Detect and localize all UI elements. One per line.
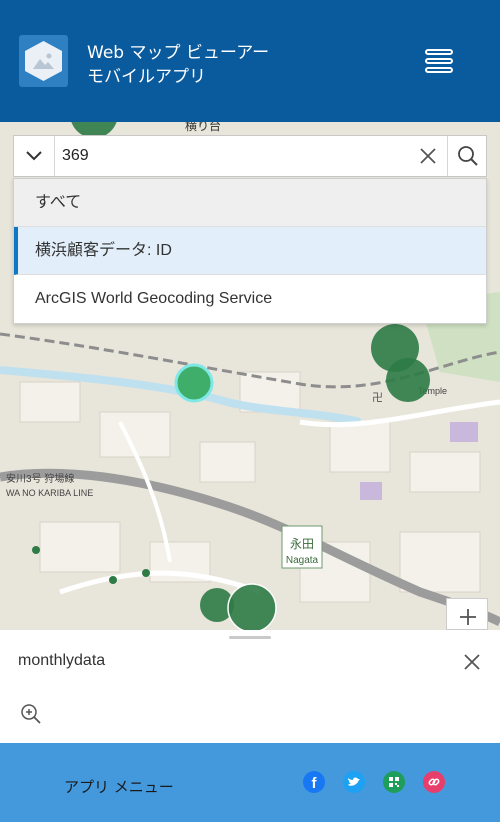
rail-label-jp: 安川3号 狩場線 xyxy=(6,472,74,485)
zoom-to-feature-button[interactable] xyxy=(19,702,43,726)
popup-close-button[interactable] xyxy=(461,651,483,673)
app-header: Web マップ ビューアー モバイルアプリ xyxy=(0,0,500,122)
popup-drag-handle[interactable] xyxy=(229,636,271,639)
map-point[interactable] xyxy=(32,546,40,554)
selected-map-point[interactable] xyxy=(174,363,214,403)
search-button[interactable] xyxy=(447,136,488,176)
search-source-dropdown[interactable] xyxy=(14,136,55,176)
search-suggestions: すべて 横浜顧客データ: ID ArcGIS World Geocoding S… xyxy=(13,178,487,324)
chevron-down-icon xyxy=(26,151,42,161)
zoom-in-magnifier-icon xyxy=(21,704,41,724)
app-logo-icon xyxy=(19,35,68,87)
link-icon[interactable] xyxy=(423,771,445,793)
app-title-line2: モバイルアプリ xyxy=(87,67,206,87)
map-point[interactable] xyxy=(109,576,117,584)
popup-title: monthlydata xyxy=(18,652,106,669)
app-title-line1: Web マップ ビューアー xyxy=(87,43,270,63)
map-point[interactable] xyxy=(386,358,430,402)
temple-map-symbol: 卍 xyxy=(372,391,383,404)
search-input[interactable] xyxy=(62,136,402,176)
clear-search-button[interactable] xyxy=(414,142,442,170)
station-label-roman: Nagata xyxy=(286,555,319,566)
hamburger-icon xyxy=(425,49,453,73)
search-bar xyxy=(13,135,487,177)
feature-popup xyxy=(0,630,500,743)
suggestion-geocoding-service[interactable]: ArcGIS World Geocoding Service xyxy=(14,275,486,323)
close-icon xyxy=(420,148,436,164)
twitter-icon[interactable] xyxy=(343,771,365,793)
suggestion-yokohama-customers[interactable]: 横浜顧客データ: ID xyxy=(14,227,486,275)
close-icon xyxy=(464,654,480,670)
app-title: Web マップ ビューアー モバイルアプリ xyxy=(87,41,269,89)
suggestion-all[interactable]: すべて xyxy=(14,179,486,227)
app-menu-button[interactable]: アプリ メニュー xyxy=(64,776,174,797)
map-point[interactable] xyxy=(227,583,277,630)
zoom-in-button[interactable] xyxy=(446,598,488,630)
menu-button[interactable] xyxy=(424,45,454,77)
map-point[interactable] xyxy=(142,569,150,577)
qrcode-icon[interactable] xyxy=(383,771,405,793)
svg-text:f: f xyxy=(312,775,318,792)
station-label-kanji: 永田 xyxy=(290,537,314,551)
facebook-icon[interactable]: f xyxy=(303,771,325,793)
search-icon xyxy=(458,146,478,166)
rail-label-en: WA NO KARIBA LINE xyxy=(6,488,93,498)
plus-icon xyxy=(460,609,476,625)
top-partial-label: 横り台 xyxy=(185,122,221,133)
